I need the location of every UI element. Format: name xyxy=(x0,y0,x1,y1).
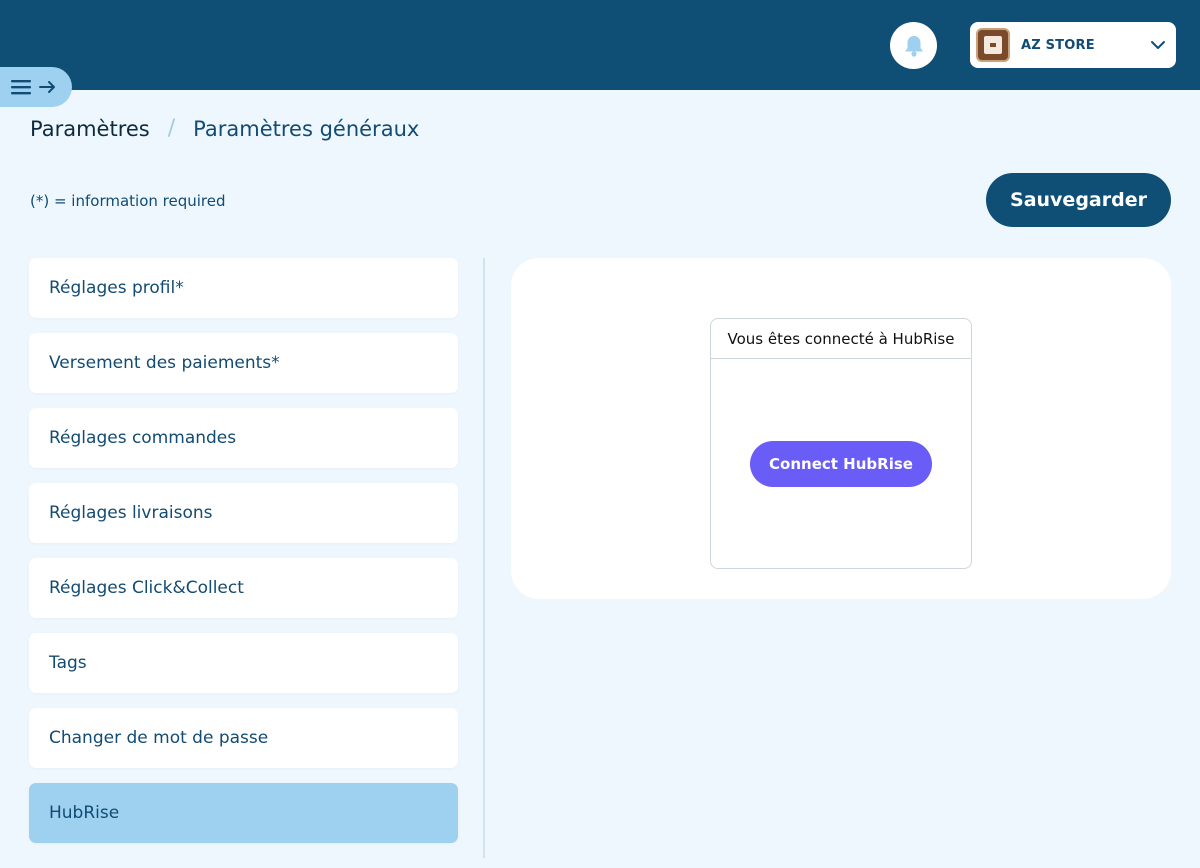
nav-item-payments[interactable]: Versement des paiements* xyxy=(29,333,458,393)
breadcrumb-separator: / xyxy=(167,116,176,141)
vertical-divider xyxy=(483,258,485,858)
nav-item-change-password[interactable]: Changer de mot de passe xyxy=(29,708,458,768)
arrow-right-icon xyxy=(39,81,55,93)
hubrise-card-title: Vous êtes connecté à HubRise xyxy=(711,319,971,359)
nav-item-hubrise[interactable]: HubRise xyxy=(29,783,458,843)
notifications-button[interactable] xyxy=(890,22,937,69)
breadcrumb-root[interactable]: Paramètres xyxy=(30,117,150,141)
hubrise-panel: Vous êtes connecté à HubRise Connect Hub… xyxy=(511,258,1171,599)
store-logo xyxy=(976,28,1010,62)
nav-item-profile-settings[interactable]: Réglages profil* xyxy=(29,258,458,318)
hubrise-card: Vous êtes connecté à HubRise Connect Hub… xyxy=(710,318,972,569)
store-selector[interactable]: AZ STORE xyxy=(970,22,1176,68)
nav-item-click-collect[interactable]: Réglages Click&Collect xyxy=(29,558,458,618)
nav-item-delivery-settings[interactable]: Réglages livraisons xyxy=(29,483,458,543)
breadcrumb-current: Paramètres généraux xyxy=(193,116,420,141)
breadcrumb: Paramètres / Paramètres généraux xyxy=(30,116,419,141)
required-info-note: (*) = information required xyxy=(30,192,226,210)
settings-nav: Réglages profil* Versement des paiements… xyxy=(29,258,458,858)
connect-hubrise-button[interactable]: Connect HubRise xyxy=(750,441,932,487)
nav-item-tags[interactable]: Tags xyxy=(29,633,458,693)
store-name: AZ STORE xyxy=(1021,37,1095,53)
save-button[interactable]: Sauvegarder xyxy=(986,173,1171,227)
bell-icon xyxy=(904,35,923,57)
nav-item-order-settings[interactable]: Réglages commandes xyxy=(29,408,458,468)
menu-icon xyxy=(11,80,31,95)
chevron-down-icon xyxy=(1151,41,1165,49)
top-bar: AZ STORE xyxy=(0,0,1200,90)
sidebar-toggle-button[interactable] xyxy=(0,67,72,107)
